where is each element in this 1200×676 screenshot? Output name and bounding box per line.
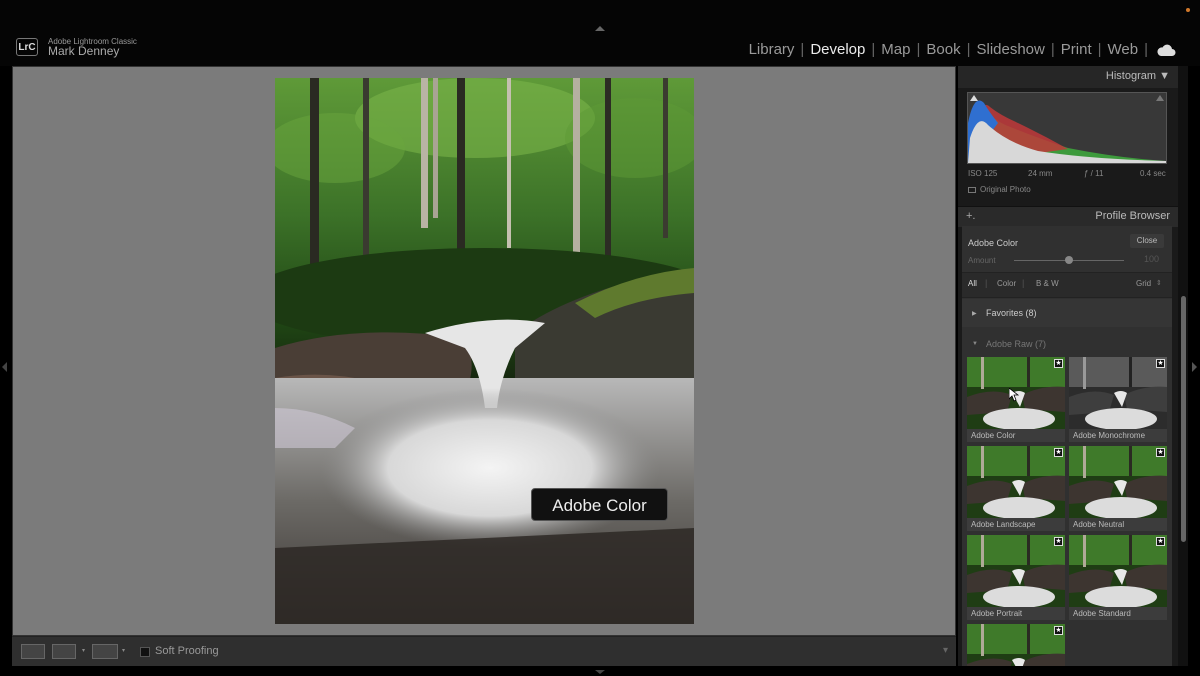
identity-plate-user[interactable]: Mark Denney [48,44,119,58]
module-slideshow[interactable]: Slideshow [970,41,1050,58]
profile-thumbnail-label: Adobe Landscape [971,520,1036,529]
histogram-focal-length: 24 mm [1028,169,1053,178]
amount-label: Amount [968,256,996,265]
lrc-logo: LrC [16,38,38,56]
profile-thumbnail[interactable]: Adobe Neutral ★ [1069,446,1167,531]
highlight-clipping-icon[interactable] [1156,95,1164,101]
cloud-icon[interactable] [1156,43,1176,57]
view-mode-select[interactable]: Grid [1136,279,1151,288]
top-panel-toggle-icon[interactable] [595,26,605,31]
favorite-star-icon[interactable]: ★ [1156,359,1165,368]
profile-browser-header: +. Profile Browser [958,206,1178,227]
profile-thumbnail-label: Adobe Color [971,431,1016,440]
profile-thumbnail-label: Adobe Standard [1073,609,1131,618]
favorite-star-icon[interactable]: ★ [1156,448,1165,457]
module-develop[interactable]: Develop [804,41,871,58]
profile-thumbnail[interactable]: Adobe Standard ★ [1069,535,1167,620]
bottom-toolbar: ▾ ▾ Soft Proofing ▾ [12,636,956,666]
profile-thumbnail-label: Adobe Monochrome [1073,431,1146,440]
favorite-star-icon[interactable]: ★ [1054,359,1063,368]
filter-bw[interactable]: B & W [1036,279,1059,288]
module-print[interactable]: Print [1055,41,1098,58]
favorite-star-icon[interactable]: ★ [1054,448,1063,457]
histogram-collapse-icon[interactable]: ▼ [1159,70,1170,82]
filter-separator: | [985,278,988,288]
favorites-expand-icon[interactable]: ▶ [972,310,977,317]
module-map[interactable]: Map [875,41,916,58]
before-after-yy-button[interactable] [92,644,118,659]
original-photo-label: Original Photo [980,185,1031,194]
profile-thumbnail[interactable]: Adobe Landscape ★ [967,446,1065,531]
left-panel-toggle-icon[interactable] [2,362,7,372]
profile-thumbnail-label: Adobe Portrait [971,609,1023,618]
histogram-graph[interactable] [967,92,1167,164]
photo-preview[interactable] [275,78,694,624]
profile-thumbnail-label: Adobe Neutral [1073,520,1125,529]
histogram-aperture: ƒ / 11 [1084,169,1104,178]
loupe-view-button[interactable] [21,644,45,659]
favorite-star-icon[interactable]: ★ [1054,537,1063,546]
adobe-raw-label: Adobe Raw (7) [986,339,1047,349]
profile-thumbnail[interactable]: ★ [967,624,1065,666]
amount-slider-handle[interactable] [1065,256,1073,264]
view-mode-chevron-icon[interactable]: ⇕ [1156,279,1162,287]
filter-separator: | [1022,278,1025,288]
module-library[interactable]: Library [743,41,801,58]
favorite-star-icon[interactable]: ★ [1054,626,1063,635]
filmstrip-toggle-icon[interactable] [595,670,605,674]
filter-all[interactable]: All [968,279,977,288]
module-web[interactable]: Web [1102,41,1145,58]
favorites-label: Favorites (8) [986,308,1037,318]
histogram-shutter: 0.4 sec [1140,169,1166,178]
module-book[interactable]: Book [920,41,966,58]
histogram-iso: ISO 125 [968,169,998,178]
mouse-cursor-icon [1009,388,1019,402]
soft-proofing-label: Soft Proofing [155,645,219,657]
profile-tooltip: Adobe Color [531,488,668,521]
notification-dot [1186,8,1190,12]
add-profile-icon[interactable]: +. [966,210,975,222]
right-panel: Histogram ▼ ISO 125 24 mm ƒ / 11 0.4 sec… [958,66,1178,666]
histogram-header[interactable]: Histogram ▼ [958,66,1178,88]
profile-thumbnail[interactable]: Adobe Monochrome ★ [1069,357,1167,442]
histogram-title: Histogram [1105,70,1157,82]
yy-menu-chevron-icon[interactable]: ▾ [122,647,125,654]
adobe-raw-collapse-icon[interactable]: ▼ [972,341,978,347]
selected-profile-name: Adobe Color [968,238,1019,248]
module-separator: | [1144,41,1148,58]
right-panel-toggle-icon[interactable] [1192,362,1197,372]
before-after-menu-chevron-icon[interactable]: ▾ [82,647,85,654]
toolbar-content-menu-icon[interactable]: ▾ [943,645,948,656]
profile-thumbnail[interactable]: Adobe Portrait ★ [967,535,1065,620]
original-photo-checkbox[interactable] [968,187,976,193]
amount-value[interactable]: 100 [1144,254,1159,264]
soft-proofing-checkbox[interactable] [140,647,150,657]
profile-browser-title: Profile Browser [1095,210,1170,222]
shadow-clipping-icon[interactable] [970,95,978,101]
module-picker: Library | Develop | Map | Book | Slidesh… [743,41,1176,58]
before-after-icon[interactable] [52,644,76,659]
profile-browser-close-button[interactable]: Close [1130,234,1164,248]
filter-color[interactable]: Color [997,279,1016,288]
favorite-star-icon[interactable]: ★ [1156,537,1165,546]
panel-scrollbar-thumb[interactable] [1181,296,1186,542]
